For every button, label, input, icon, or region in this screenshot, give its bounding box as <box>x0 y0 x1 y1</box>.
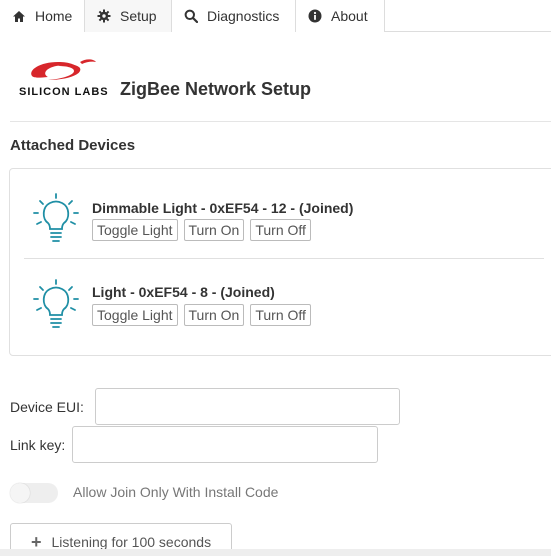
tab-about-label: About <box>331 8 368 24</box>
device-list: Dimmable Light - 0xEF54 - 12 - (Joined) … <box>9 168 551 356</box>
logo-text: SILICON LABS <box>19 86 109 98</box>
tab-diagnostics[interactable]: Diagnostics <box>172 0 296 32</box>
device-name: Light - 0xEF54 - 8 - (Joined) <box>92 284 275 300</box>
toggle-knob <box>10 483 30 503</box>
turn-on-button[interactable]: Turn On <box>183 304 245 326</box>
install-code-toggle[interactable] <box>10 483 58 503</box>
silicon-labs-swoosh-icon <box>31 59 96 80</box>
horizontal-scrollbar[interactable] <box>0 549 551 556</box>
top-nav: Home Setup Diagnostics About <box>0 0 551 32</box>
install-code-toggle-label: Allow Join Only With Install Code <box>73 484 279 500</box>
tab-home[interactable]: Home <box>0 0 85 32</box>
device-eui-label: Device EUI: <box>10 399 84 415</box>
gear-icon <box>97 9 111 23</box>
device-eui-input[interactable] <box>95 388 400 425</box>
page-title: ZigBee Network Setup <box>120 79 312 99</box>
link-key-label: Link key: <box>10 437 66 453</box>
tab-home-label: Home <box>35 8 73 24</box>
toggle-light-button[interactable]: Toggle Light <box>92 304 178 326</box>
tab-setup-label: Setup <box>120 8 157 24</box>
turn-on-button[interactable]: Turn On <box>183 219 245 241</box>
turn-off-button[interactable]: Turn Off <box>250 304 311 326</box>
lightbulb-icon <box>33 279 79 328</box>
search-icon <box>184 9 198 23</box>
device-actions: Toggle Light Turn On Turn Off <box>92 219 311 241</box>
lightbulb-icon <box>33 193 79 242</box>
link-key-input[interactable] <box>72 426 378 463</box>
turn-off-button[interactable]: Turn Off <box>250 219 311 241</box>
attached-devices-title: Attached Devices <box>10 137 136 154</box>
tab-setup[interactable]: Setup <box>85 0 172 32</box>
listening-button-label: Listening for 100 seconds <box>51 534 212 550</box>
device-item: Dimmable Light - 0xEF54 - 12 - (Joined) … <box>24 175 544 259</box>
page-header: SILICON LABS ZigBee Network Setup <box>10 32 551 122</box>
tab-diagnostics-label: Diagnostics <box>207 8 280 24</box>
home-icon <box>12 9 26 23</box>
device-name: Dimmable Light - 0xEF54 - 12 - (Joined) <box>92 200 354 216</box>
tab-about[interactable]: About <box>296 0 385 32</box>
info-icon <box>308 9 322 23</box>
device-actions: Toggle Light Turn On Turn Off <box>92 304 311 326</box>
silicon-labs-logo: SILICON LABS <box>18 54 108 100</box>
device-item: Light - 0xEF54 - 8 - (Joined) Toggle Lig… <box>24 261 544 345</box>
toggle-light-button[interactable]: Toggle Light <box>92 219 178 241</box>
